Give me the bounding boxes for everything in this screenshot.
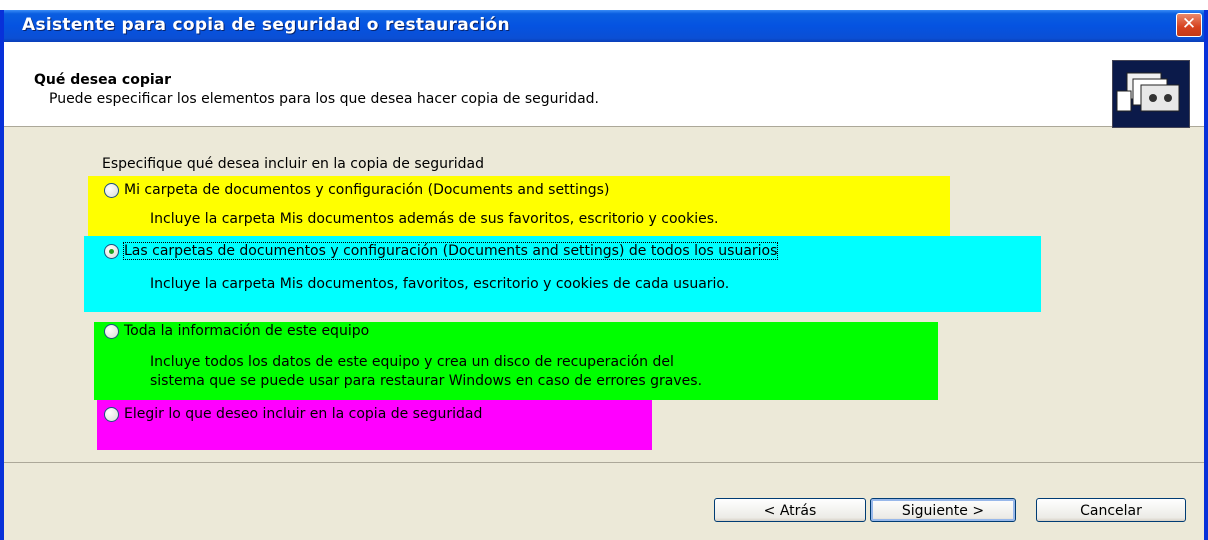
close-button[interactable]: ✕ xyxy=(1176,13,1202,37)
option-label: Toda la información de este equipo xyxy=(124,323,370,339)
option-label: Elegir lo que deseo incluir en la copia … xyxy=(124,406,483,422)
window-title: Asistente para copia de seguridad o rest… xyxy=(22,15,510,35)
option-label: Las carpetas de documentos y configuraci… xyxy=(122,242,779,260)
page-subtitle: Puede especificar los elementos para los… xyxy=(49,91,599,107)
option-label: Mi carpeta de documentos y configuración… xyxy=(124,182,610,198)
instruction-label: Especifique qué desea incluir en la copi… xyxy=(102,156,484,172)
radio-my-documents[interactable] xyxy=(104,182,119,198)
cancel-button[interactable]: Cancelar xyxy=(1036,498,1186,522)
option-description-line2: sistema que se puede usar para restaurar… xyxy=(150,373,703,389)
back-button[interactable]: < Atrás xyxy=(714,498,866,522)
footer-divider xyxy=(4,462,1204,463)
radio-all-users-documents[interactable] xyxy=(104,243,119,259)
option-description: Incluye la carpeta Mis documentos además… xyxy=(150,211,719,227)
option-entire-computer[interactable]: Toda la información de este equipo xyxy=(104,323,369,339)
option-all-users-documents[interactable]: Las carpetas de documentos y configuraci… xyxy=(104,242,779,260)
option-description-line1: Incluye todos los datos de este equipo y… xyxy=(150,354,674,370)
wizard-window: Asistente para copia de seguridad o rest… xyxy=(0,10,1208,540)
backup-tape-icon xyxy=(1113,61,1189,127)
radio-entire-computer[interactable] xyxy=(104,323,119,339)
page-title: Qué desea copiar xyxy=(34,72,171,88)
wizard-header: Qué desea copiar Puede especificar los e… xyxy=(4,42,1204,128)
radio-choose-items[interactable] xyxy=(104,406,119,422)
option-my-documents[interactable]: Mi carpeta de documentos y configuración… xyxy=(104,182,609,198)
title-bar[interactable]: Asistente para copia de seguridad o rest… xyxy=(4,10,1204,42)
next-button[interactable]: Siguiente > xyxy=(870,498,1016,522)
option-choose-items[interactable]: Elegir lo que deseo incluir en la copia … xyxy=(104,406,482,422)
option-description: Incluye la carpeta Mis documentos, favor… xyxy=(150,276,730,292)
backup-wizard-icon xyxy=(1112,60,1190,128)
